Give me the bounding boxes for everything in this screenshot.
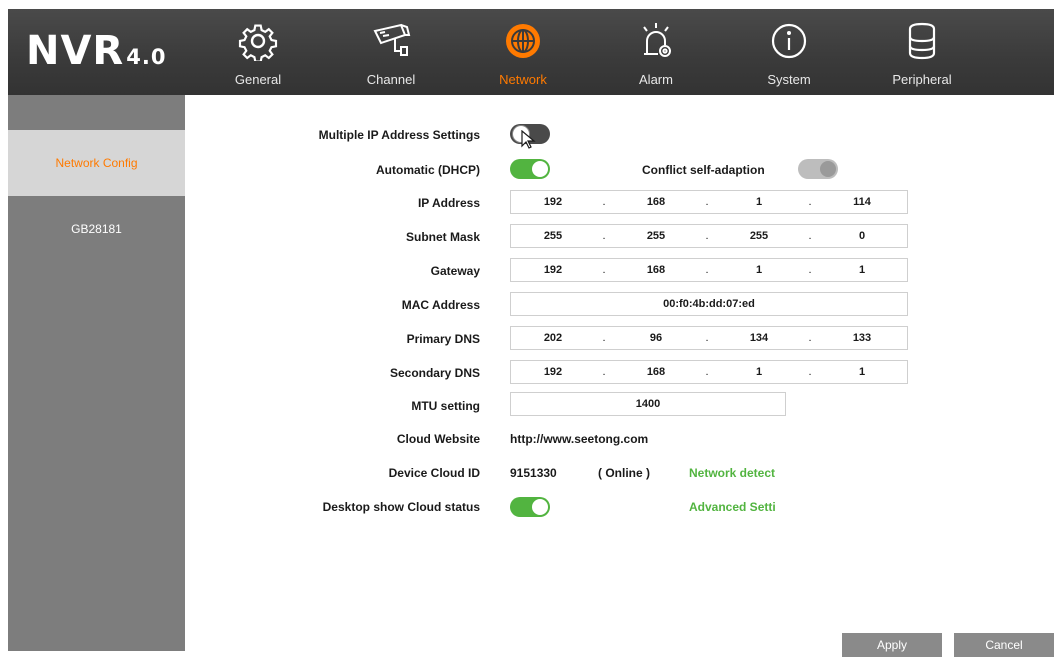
toggle-knob	[532, 161, 548, 177]
conflict-self-adaption-toggle[interactable]	[798, 159, 838, 179]
camera-icon	[373, 23, 411, 56]
primary-dns-field: 202 . 96 . 134 . 133	[510, 326, 908, 350]
dot: .	[808, 230, 812, 242]
dot: .	[602, 196, 606, 208]
mouse-pointer-icon	[521, 130, 536, 149]
toggle-knob	[820, 161, 836, 177]
ip-octet-2[interactable]: 168	[636, 196, 676, 208]
advanced-settings-link[interactable]: Advanced Setti	[689, 500, 776, 514]
ip-address-label: IP Address	[417, 196, 480, 210]
desktop-cloud-status-toggle[interactable]	[510, 497, 550, 517]
network-config-panel: Multiple IP Address Settings Automatic (…	[185, 95, 1054, 657]
device-cloud-id-value: 9151330	[510, 466, 557, 480]
gear-icon	[238, 24, 278, 61]
nav-label: Network	[499, 72, 547, 87]
secondary-dns-field: 192 . 168 . 1 . 1	[510, 360, 908, 384]
gateway-field: 192 . 168 . 1 . 1	[510, 258, 908, 282]
primary-dns-octet-4[interactable]: 133	[842, 332, 882, 344]
primary-dns-label: Primary DNS	[406, 332, 480, 346]
subnet-octet-2[interactable]: 255	[636, 230, 676, 242]
brand-version: 4.0	[126, 45, 167, 69]
alarm-icon	[643, 23, 671, 57]
sidebar: Network Config GB28181	[8, 95, 185, 651]
subnet-mask-label: Subnet Mask	[405, 230, 480, 244]
secondary-dns-octet-2[interactable]: 168	[636, 366, 676, 378]
subnet-octet-1[interactable]: 255	[533, 230, 573, 242]
subnet-octet-3[interactable]: 255	[739, 230, 779, 242]
dot: .	[602, 332, 606, 344]
desktop-cloud-status-label: Desktop show Cloud status	[322, 500, 480, 514]
top-strip	[0, 0, 1054, 9]
sidebar-item-label: Network Config	[55, 156, 138, 170]
nav-system[interactable]: System	[729, 9, 849, 95]
dot: .	[602, 366, 606, 378]
info-icon	[771, 23, 807, 59]
nav-label: Channel	[366, 72, 416, 87]
subnet-octet-4[interactable]: 0	[842, 230, 882, 242]
dot: .	[705, 366, 709, 378]
multiple-ip-label: Multiple IP Address Settings	[318, 128, 480, 142]
gateway-label: Gateway	[430, 264, 480, 278]
primary-dns-octet-1[interactable]: 202	[533, 332, 573, 344]
ip-address-field: 192 . 168 . 1 . 114	[510, 190, 908, 214]
dhcp-label: Automatic (DHCP)	[376, 163, 480, 177]
nav-alarm[interactable]: Alarm	[596, 9, 716, 95]
dot: .	[602, 264, 606, 276]
sidebar-item-label: GB28181	[71, 222, 122, 236]
mac-address-field[interactable]: 00:f0:4b:dd:07:ed	[510, 292, 908, 316]
nav-general[interactable]: General	[198, 9, 318, 95]
cloud-status: ( Online )	[598, 466, 650, 480]
device-cloud-id-label: Device Cloud ID	[388, 466, 480, 480]
nav-network[interactable]: Network	[463, 9, 583, 95]
dot: .	[808, 264, 812, 276]
primary-dns-octet-2[interactable]: 96	[636, 332, 676, 344]
ip-octet-4[interactable]: 114	[842, 196, 882, 208]
gateway-octet-1[interactable]: 192	[533, 264, 573, 276]
ip-octet-3[interactable]: 1	[739, 196, 779, 208]
sidebar-item-network-config[interactable]: Network Config	[8, 130, 185, 196]
nav-label: Alarm	[639, 72, 673, 87]
database-icon	[908, 22, 936, 60]
top-navigation-bar: NVR4.0 General Channel Network Alarm Sys…	[8, 9, 1054, 95]
nav-label: General	[234, 72, 282, 87]
toggle-knob	[532, 499, 548, 515]
mac-address-label: MAC Address	[401, 298, 480, 312]
sidebar-item-gb28181[interactable]: GB28181	[8, 196, 185, 262]
cloud-website-label: Cloud Website	[396, 432, 480, 446]
conflict-self-adaption-label: Conflict self-adaption	[642, 163, 765, 177]
dot: .	[705, 196, 709, 208]
mtu-label: MTU setting	[411, 399, 480, 413]
dot: .	[808, 332, 812, 344]
primary-dns-octet-3[interactable]: 134	[739, 332, 779, 344]
dot: .	[705, 332, 709, 344]
dot: .	[602, 230, 606, 242]
ip-octet-1[interactable]: 192	[533, 196, 573, 208]
nav-channel[interactable]: Channel	[331, 9, 451, 95]
nav-peripheral[interactable]: Peripheral	[862, 9, 982, 95]
gateway-octet-4[interactable]: 1	[842, 264, 882, 276]
dot: .	[705, 230, 709, 242]
subnet-mask-field: 255 . 255 . 255 . 0	[510, 224, 908, 248]
nav-label: Peripheral	[892, 72, 952, 87]
brand-name: NVR	[26, 28, 125, 74]
dot: .	[705, 264, 709, 276]
dhcp-toggle[interactable]	[510, 159, 550, 179]
brand-logo: NVR4.0	[26, 31, 166, 77]
gateway-octet-3[interactable]: 1	[739, 264, 779, 276]
gateway-octet-2[interactable]: 168	[636, 264, 676, 276]
nav-label: System	[767, 72, 811, 87]
dot: .	[808, 366, 812, 378]
globe-icon	[506, 24, 540, 58]
secondary-dns-label: Secondary DNS	[389, 366, 480, 380]
cancel-button[interactable]: Cancel	[954, 633, 1054, 657]
dot: .	[808, 196, 812, 208]
secondary-dns-octet-4[interactable]: 1	[842, 366, 882, 378]
network-detect-link[interactable]: Network detect	[689, 466, 775, 480]
secondary-dns-octet-1[interactable]: 192	[533, 366, 573, 378]
mtu-field[interactable]: 1400	[510, 392, 786, 416]
apply-button[interactable]: Apply	[842, 633, 942, 657]
secondary-dns-octet-3[interactable]: 1	[739, 366, 779, 378]
cloud-website-value: http://www.seetong.com	[510, 432, 649, 446]
